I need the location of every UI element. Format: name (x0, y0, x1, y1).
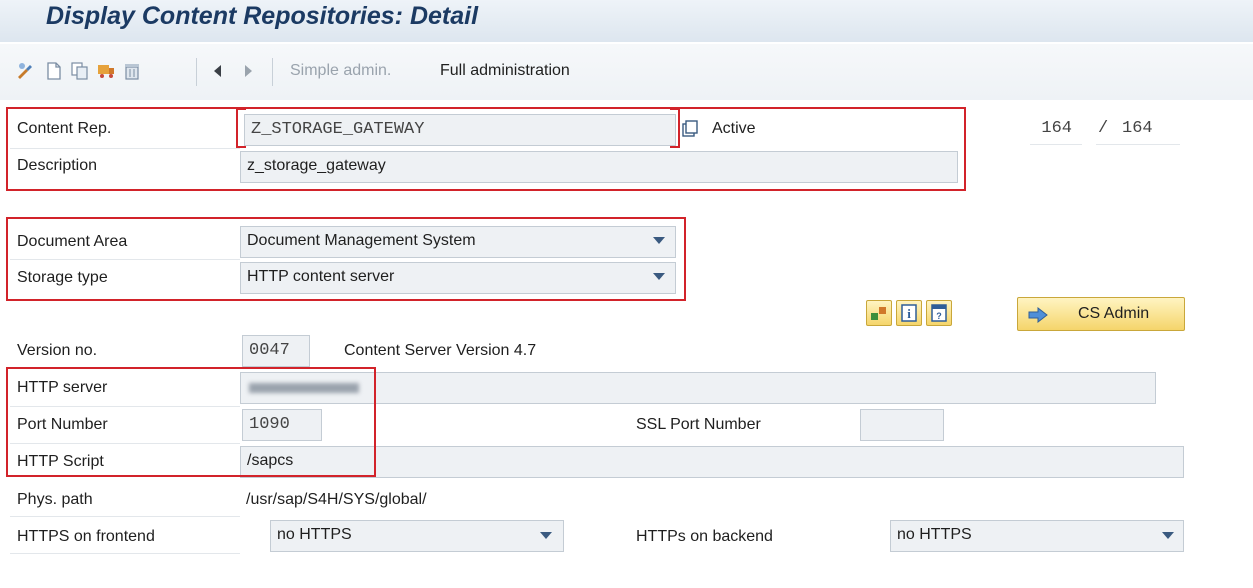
page-title: Display Content Repositories: Detail (46, 2, 479, 30)
next-icon[interactable] (238, 61, 258, 81)
divider (1096, 144, 1180, 145)
svg-text:i: i (907, 306, 911, 321)
display-change-icon[interactable] (16, 61, 36, 81)
information-button[interactable]: i (896, 300, 922, 326)
delete-icon[interactable] (122, 61, 142, 81)
divider (1030, 144, 1082, 145)
application-toolbar (0, 44, 1253, 100)
version-field[interactable]: 0047 (242, 335, 310, 367)
highlight-box-repository (6, 107, 966, 191)
http-server-field[interactable] (240, 372, 1156, 404)
https-frontend-dropdown[interactable]: no HTTPS (270, 520, 564, 552)
cs-admin-label: CS Admin (1078, 305, 1150, 322)
help-icon: ? (931, 304, 947, 322)
connection-test-button[interactable] (866, 300, 892, 326)
divider (10, 516, 240, 517)
focus-bracket-left (236, 108, 246, 148)
https-frontend-value: no HTTPS (277, 526, 352, 543)
phys-path-value: /usr/sap/S4H/SYS/global/ (246, 491, 427, 508)
cs-admin-button[interactable]: CS Admin (1017, 297, 1185, 331)
record-counter-separator: / (1098, 119, 1109, 138)
https-backend-value: no HTTPS (897, 526, 972, 543)
chevron-down-icon[interactable] (540, 532, 552, 539)
toolbar-separator (196, 58, 197, 86)
info-icon: i (901, 304, 917, 322)
arrow-right-icon (1028, 307, 1048, 323)
svg-text:?: ? (936, 311, 942, 321)
connection-icon (871, 307, 886, 320)
chevron-down-icon[interactable] (1162, 532, 1174, 539)
http-script-field[interactable]: /sapcs (240, 446, 1184, 478)
record-counter-total: 164 (1122, 119, 1153, 138)
https-frontend-label: HTTPS on frontend (17, 528, 155, 545)
https-backend-dropdown[interactable]: no HTTPS (890, 520, 1184, 552)
copy-icon[interactable] (70, 61, 90, 81)
record-counter-current: 164 (1041, 119, 1072, 138)
simple-admin-button[interactable]: Simple admin. (290, 62, 391, 80)
toolbar-separator (272, 58, 273, 86)
highlight-box-http (6, 367, 376, 477)
version-description: Content Server Version 4.7 (344, 342, 537, 359)
https-backend-label: HTTPs on backend (636, 528, 773, 545)
divider (10, 553, 240, 554)
previous-icon[interactable] (208, 61, 228, 81)
focus-bracket-right (670, 108, 680, 148)
highlight-box-storage (6, 217, 686, 301)
version-label: Version no. (17, 342, 98, 359)
ssl-port-number-field[interactable] (860, 409, 944, 441)
full-administration-button[interactable]: Full administration (440, 62, 570, 80)
create-icon[interactable] (44, 61, 64, 81)
ssl-port-number-label: SSL Port Number (636, 416, 761, 433)
phys-path-label: Phys. path (17, 491, 93, 508)
transport-icon[interactable] (96, 61, 116, 81)
help-button[interactable]: ? (926, 300, 952, 326)
